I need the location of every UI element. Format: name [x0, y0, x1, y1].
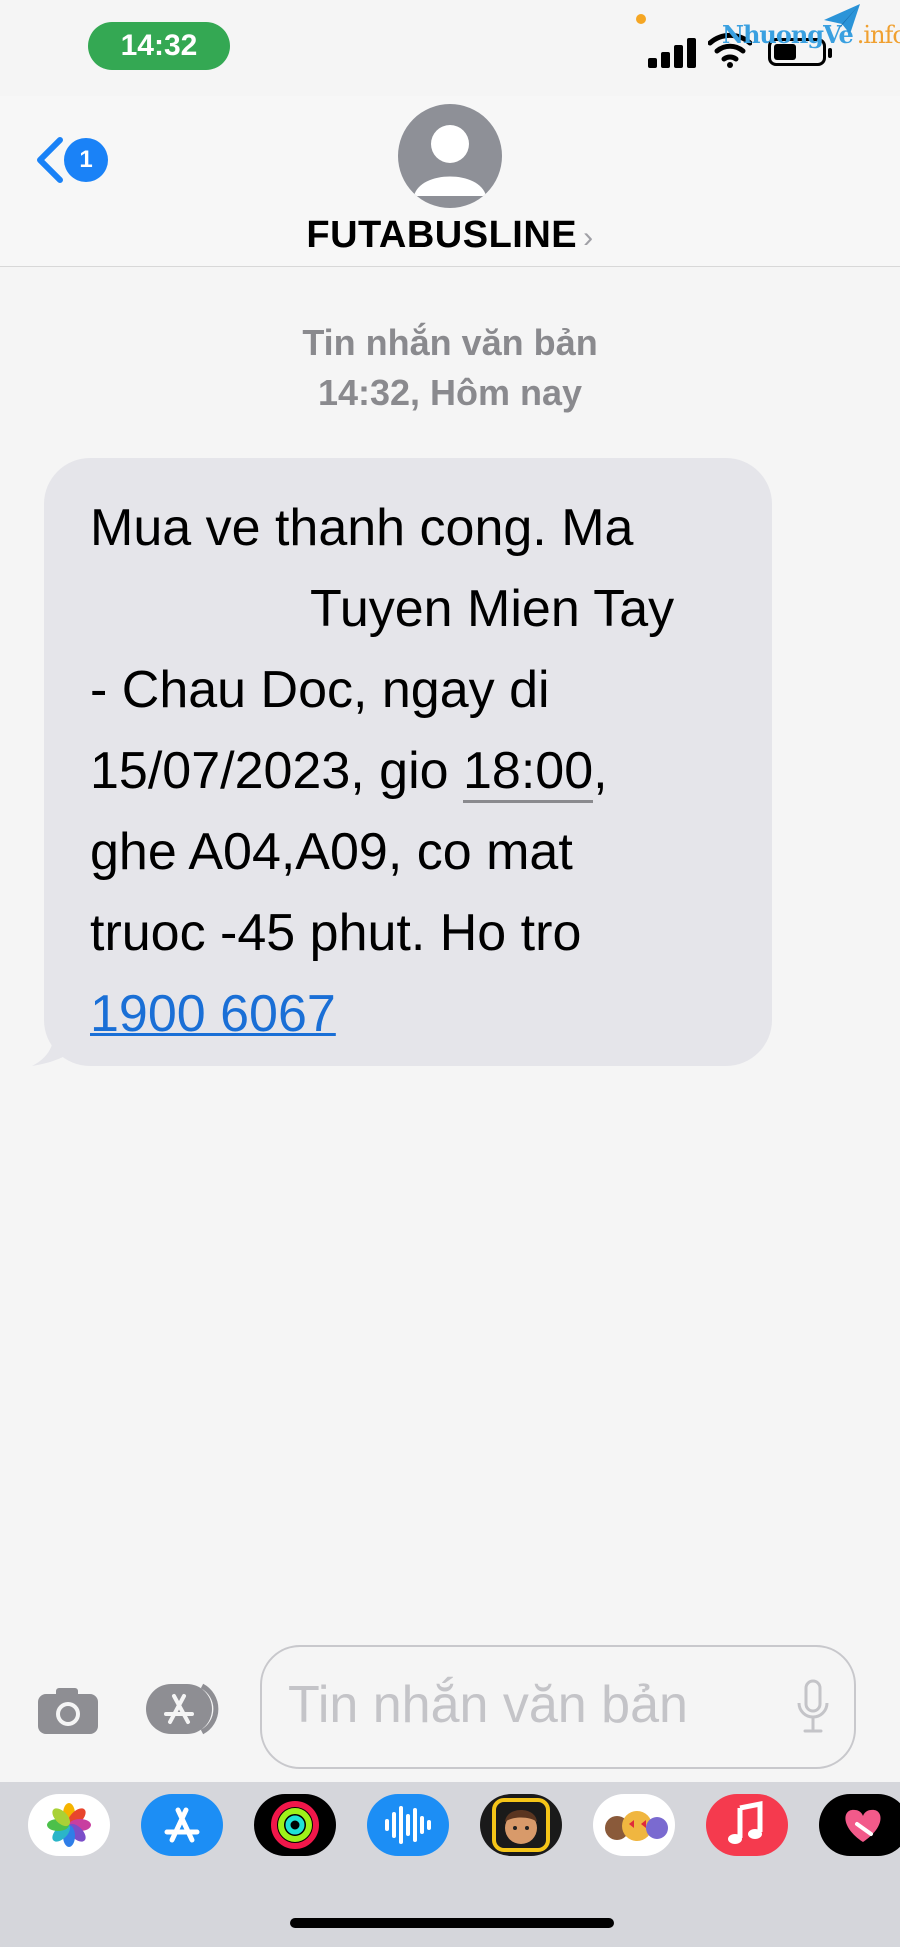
privacy-indicator-dot: [636, 14, 646, 24]
contact-avatar[interactable]: [398, 104, 502, 208]
message-timestamp-header: Tin nhắn văn bản 14:32, Hôm nay: [0, 318, 900, 418]
contact-name: FUTABUSLINE: [306, 214, 578, 256]
status-bar: 14:32 NhuongVe .info: [0, 0, 900, 96]
signal-icon: [648, 36, 698, 68]
person-icon: [414, 125, 486, 196]
message-text: Mua ve thanh cong. Ma Tuyen Mien Tay - C…: [90, 488, 750, 1055]
animoji-app-icon[interactable]: [593, 1794, 675, 1856]
watermark-suffix: .info: [856, 21, 900, 49]
fitness-app-icon[interactable]: [254, 1794, 336, 1856]
digital-touch-app-icon[interactable]: [819, 1794, 900, 1856]
message-type-label: Tin nhắn văn bản: [302, 322, 598, 363]
message-line: 1900 6067: [90, 974, 750, 1055]
home-indicator[interactable]: [290, 1918, 614, 1928]
camera-icon[interactable]: [36, 1684, 100, 1736]
conversation-header: 1 FUTABUSLINE ›: [0, 96, 900, 267]
phone-number-link[interactable]: 1900 6067: [90, 985, 336, 1043]
message-time-link[interactable]: 18:00: [463, 742, 594, 803]
message-line: 15/07/2023, gio 18:00,: [90, 731, 750, 812]
message-line: Tuyen Mien Tay: [310, 580, 675, 638]
unread-count-badge: 1: [64, 138, 108, 182]
message-date-text: 15/07/2023, gio: [90, 742, 463, 800]
message-input[interactable]: Tin nhắn văn bản: [260, 1645, 856, 1769]
contact-name-button[interactable]: FUTABUSLINE ›: [0, 214, 900, 257]
back-button[interactable]: 1: [34, 130, 114, 190]
chevron-right-icon: ›: [583, 221, 594, 254]
message-line: - Chau Doc, ngay di: [90, 661, 550, 719]
message-line: ghe A04,A09, co mat: [90, 823, 573, 881]
message-input-placeholder: Tin nhắn văn bản: [288, 1676, 688, 1734]
memoji-app-icon[interactable]: [480, 1794, 562, 1856]
message-line: truoc -45 phut. Ho tro: [90, 904, 582, 962]
bubble-tail: [32, 1020, 90, 1066]
paper-plane-icon: [824, 4, 860, 34]
watermark-logo: NhuongVe .info: [722, 4, 900, 49]
app-store-icon[interactable]: [146, 1682, 226, 1736]
message-line: Mua ve thanh cong. Ma: [90, 499, 634, 557]
status-time[interactable]: 14:32: [88, 22, 230, 70]
message-time-label: 14:32, Hôm nay: [317, 372, 583, 413]
music-app-icon[interactable]: [706, 1794, 788, 1856]
photos-app-icon[interactable]: [28, 1794, 110, 1856]
audio-message-app-icon[interactable]: [367, 1794, 449, 1856]
microphone-icon[interactable]: [796, 1679, 830, 1735]
message-comma: ,: [593, 742, 608, 800]
app-store-app-icon[interactable]: [141, 1794, 223, 1856]
chevron-left-icon: [37, 137, 63, 183]
